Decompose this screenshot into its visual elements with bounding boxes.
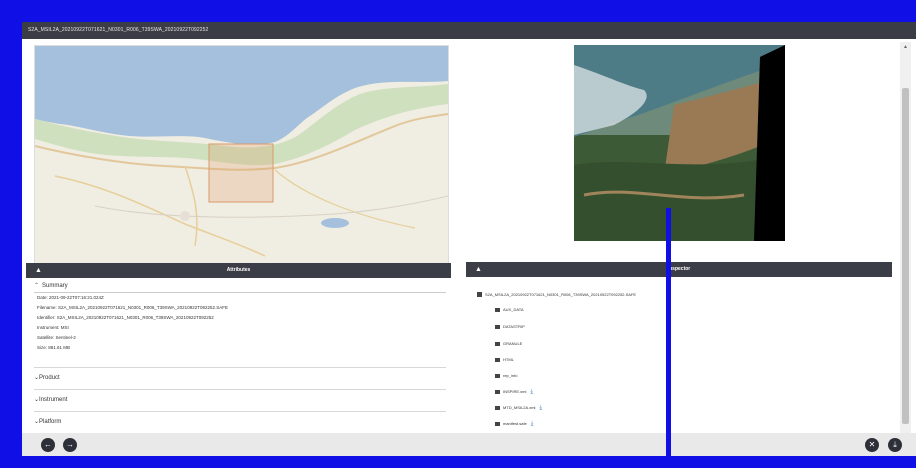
scrollbar-thumb[interactable] bbox=[902, 88, 909, 424]
vertical-scrollbar[interactable]: ▲ ▼ bbox=[900, 42, 911, 448]
tree-item-label: DATASTRIP bbox=[503, 324, 525, 329]
tree-item-label: AUX_DATA bbox=[503, 307, 524, 312]
product-label: Product bbox=[39, 375, 60, 381]
tree-item-html[interactable]: HTML bbox=[495, 356, 514, 364]
attributes-panel: ⌃ Summary Date: 2021-09-22T07:16:21.024Z … bbox=[34, 281, 446, 425]
tree-item-granule[interactable]: GRANULE bbox=[495, 340, 522, 348]
attributes-header[interactable]: ▲ Attributes bbox=[26, 263, 451, 278]
download-icon: ⤓ bbox=[893, 440, 897, 449]
tree-item-label: HTML bbox=[503, 357, 514, 362]
platform-section-toggle[interactable]: ⌄Platform bbox=[34, 411, 446, 433]
summary-label: Summary bbox=[42, 283, 68, 289]
close-icon: ✕ bbox=[868, 440, 876, 449]
summary-instrument: Instrument: MSI bbox=[37, 325, 69, 330]
window-title: S2A_MSIL2A_20210922T071621_N0301_R006_T3… bbox=[22, 22, 916, 39]
product-viewer-window: S2A_MSIL2A_20210922T071621_N0301_R006_T3… bbox=[22, 22, 916, 456]
map-graphic[interactable] bbox=[35, 46, 448, 263]
footprint-map[interactable] bbox=[34, 45, 449, 264]
summary-filename: Filename: S2A_MSIL2A_20210922T071621_N03… bbox=[37, 305, 228, 310]
summary-date: Date: 2021-09-22T07:16:21.024Z bbox=[37, 295, 104, 300]
quicklook-image bbox=[574, 45, 785, 241]
quicklook-preview bbox=[574, 45, 785, 241]
tree-item-label: MTD_MSIL2A.xml bbox=[503, 405, 536, 411]
platform-label: Platform bbox=[39, 419, 62, 425]
chevron-up-icon: ⌃ bbox=[34, 283, 40, 289]
bottom-toolbar: ← → ✕ ⤓ bbox=[22, 433, 916, 456]
summary-section-toggle[interactable]: ⌃ Summary bbox=[34, 281, 446, 292]
folder-icon bbox=[495, 307, 500, 312]
tree-item-datastrip[interactable]: DATASTRIP bbox=[495, 323, 525, 331]
file-icon bbox=[495, 422, 500, 426]
folder-icon bbox=[495, 357, 500, 362]
download-icon[interactable]: ⤓ bbox=[539, 404, 542, 412]
file-icon bbox=[495, 406, 500, 410]
summary-size: Size: 881.61 MB bbox=[37, 345, 71, 350]
product-section-toggle[interactable]: ⌄Product bbox=[34, 367, 446, 389]
download-icon[interactable]: ⤓ bbox=[530, 388, 533, 396]
tree-item-rep-info[interactable]: rep_info bbox=[495, 372, 517, 380]
scroll-up-icon[interactable]: ▲ bbox=[900, 44, 911, 50]
attributes-title: Attributes bbox=[226, 267, 251, 273]
summary-identifier: Identifier: S2A_MSIL2A_20210922T071621_N… bbox=[37, 315, 214, 320]
tree-item-label: GRANULE bbox=[503, 341, 523, 346]
folder-icon bbox=[477, 292, 482, 298]
arrow-left-icon: ← bbox=[44, 440, 52, 449]
folder-icon bbox=[495, 341, 500, 346]
arrow-right-icon: → bbox=[66, 440, 74, 449]
tree-item-label: manifest.safe bbox=[503, 421, 527, 427]
tree-root[interactable]: S2A_MSIL2A_20210922T071621_N0301_R006_T3… bbox=[477, 291, 636, 299]
next-button[interactable]: → bbox=[63, 438, 77, 452]
folder-icon bbox=[495, 324, 500, 329]
annotation-pointer-line bbox=[666, 208, 671, 468]
close-button[interactable]: ✕ bbox=[865, 438, 879, 452]
folder-icon bbox=[495, 373, 500, 378]
instrument-label: Instrument bbox=[39, 397, 68, 403]
tree-item-aux-data[interactable]: AUX_DATA bbox=[495, 306, 524, 314]
download-button[interactable]: ⤓ bbox=[888, 438, 902, 452]
instrument-section-toggle[interactable]: ⌄Instrument bbox=[34, 389, 446, 411]
tree-item-inspire-xml[interactable]: INSPIRE.xml ⤓ bbox=[495, 388, 533, 396]
previous-button[interactable]: ← bbox=[41, 438, 55, 452]
inspector-header[interactable]: ▲ Inspector bbox=[466, 262, 892, 277]
tree-item-manifest[interactable]: manifest.safe ⤓ bbox=[495, 420, 533, 428]
download-icon[interactable]: ⤓ bbox=[531, 420, 534, 428]
inspector-title: Inspector bbox=[667, 266, 691, 272]
tree-item-label: rep_info bbox=[503, 373, 518, 378]
tree-item-label: INSPIRE.xml bbox=[503, 389, 527, 395]
summary-satellite: Satellite: Sentinel-2 bbox=[37, 335, 76, 340]
tree-root-label: S2A_MSIL2A_20210922T071621_N0301_R006_T3… bbox=[485, 292, 637, 297]
file-icon bbox=[495, 390, 500, 394]
tree-item-mtd-xml[interactable]: MTD_MSIL2A.xml ⤓ bbox=[495, 404, 542, 412]
